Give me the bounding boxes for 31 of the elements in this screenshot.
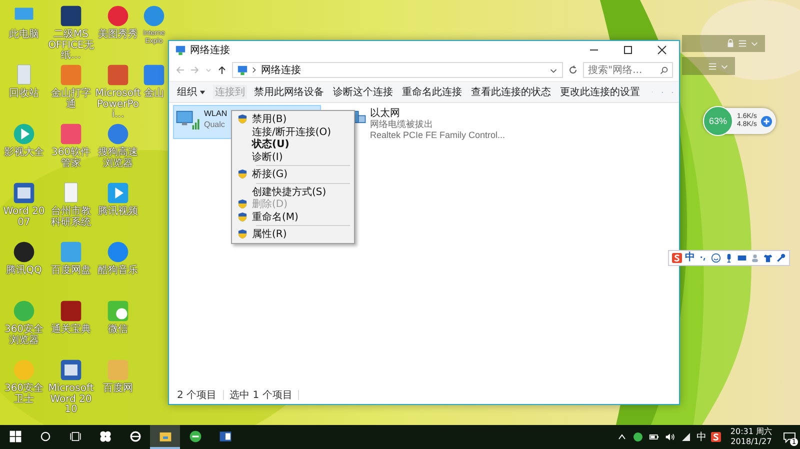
window-title: 网络连接 — [190, 44, 230, 57]
shortcut-label: 此电脑 — [9, 30, 39, 40]
shortcut-label: 影视大全 — [4, 148, 44, 158]
status-text: 2 个项目 — [177, 389, 217, 402]
shortcut-label: 百度网盘 — [51, 266, 91, 276]
status-text: 选中 1 个项目 — [230, 388, 292, 402]
connection-detail: Qualc — [204, 119, 225, 130]
shortcut-label: 二级MS OFFICE无纸... — [48, 30, 94, 62]
shortcut-label: 360软件管家 — [50, 148, 92, 169]
shortcut-label: 360安全卫士 — [3, 384, 45, 405]
connection-detail: Realtek PCIe FE Family Control... — [370, 130, 506, 141]
shortcut-label: 百度网 — [103, 384, 133, 394]
shortcut-label: 酷狗音乐 — [98, 266, 138, 276]
shortcut-label: 腾讯视频 — [98, 207, 138, 218]
shortcut-label: 回收站 — [9, 89, 39, 100]
shortcut-label: 搜狗高速浏览器 — [97, 148, 139, 169]
shortcut-label: 金山 — [144, 89, 164, 100]
shortcut-label: 腾讯QQ — [6, 266, 42, 276]
shortcut-label: 台州市教科研系统 — [50, 207, 92, 228]
shortcut-label: 360安全浏览器 — [3, 325, 45, 346]
connection-name: 以太网 — [370, 108, 400, 119]
shortcut-label: 通关宝典 — [51, 325, 91, 336]
shortcut-label: 金山打字通 — [50, 89, 92, 110]
shortcut-label: Microsoft Word 2010 — [48, 384, 94, 416]
connection-detail: 网络电缆被拔出 — [370, 119, 433, 130]
address-path: 网络连接 — [261, 64, 301, 77]
shortcut-label: 微信 — [108, 325, 128, 336]
shortcut-label: Word 2007 — [2, 207, 46, 228]
connection-name: WLAN — [204, 108, 228, 119]
shortcut-label: 美图秀秀 — [98, 30, 138, 40]
shortcut-label: Microsoft PowerPoi... — [95, 89, 141, 120]
